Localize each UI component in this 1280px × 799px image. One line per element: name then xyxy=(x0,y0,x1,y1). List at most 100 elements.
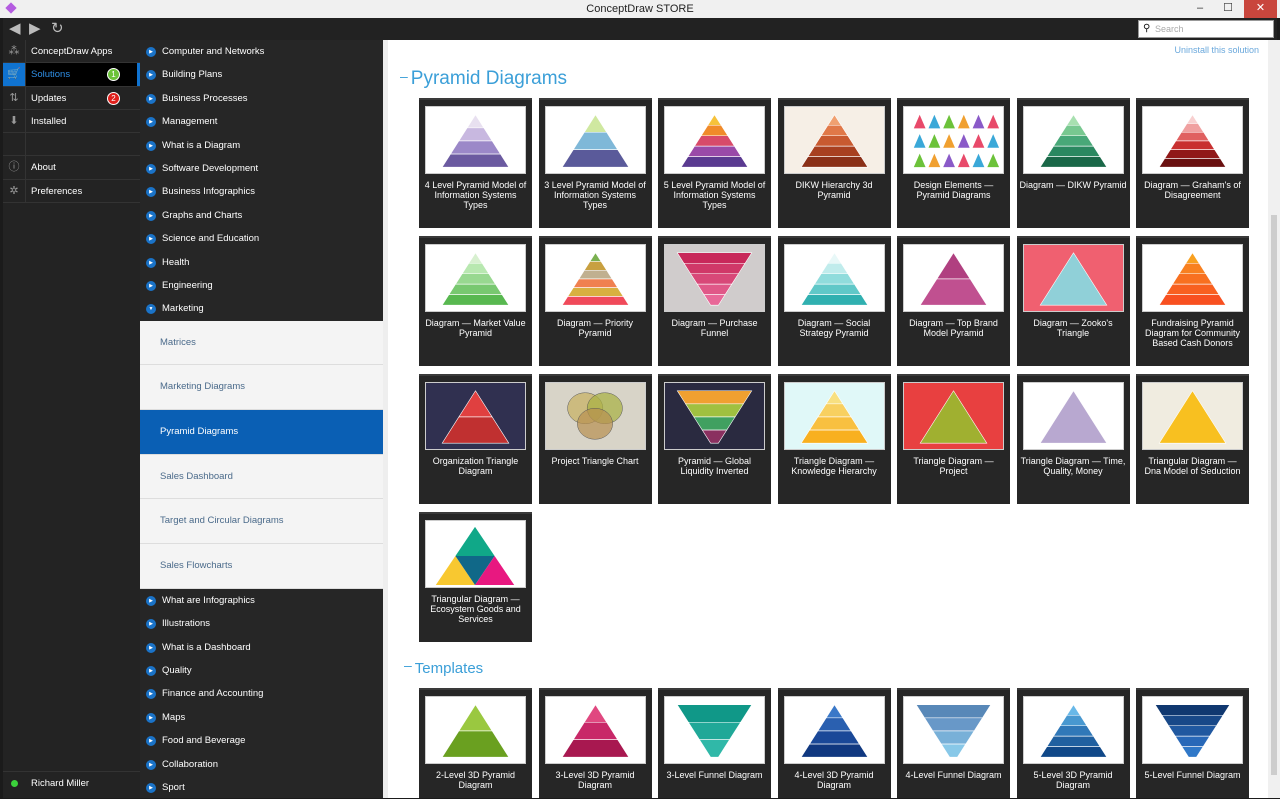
diagram-thumbnail[interactable] xyxy=(1142,106,1243,174)
subcategory-item[interactable]: Target and Circular Diagrams xyxy=(140,499,383,545)
example-tile[interactable]: Triangle Diagram — Knowledge Hierarchy xyxy=(777,374,891,504)
example-tile[interactable]: Diagram — Top Brand Model Pyramid xyxy=(897,236,1010,366)
nav-item-solutions[interactable]: 🛒 Solutions 1 xyxy=(3,63,140,87)
example-tile[interactable]: DIKW Hierarchy 3d Pyramid xyxy=(777,98,891,228)
category-item[interactable]: ▶ Health xyxy=(140,251,383,274)
minimize-button[interactable]: – xyxy=(1186,0,1214,18)
scrollbar-thumb[interactable] xyxy=(1271,215,1277,775)
diagram-thumbnail[interactable] xyxy=(783,106,885,174)
diagram-thumbnail[interactable] xyxy=(903,696,1004,764)
diagram-thumbnail[interactable] xyxy=(1022,696,1124,764)
template-tile[interactable]: 2-Level 3D Pyramid Diagram xyxy=(419,688,532,798)
example-tile[interactable]: 4 Level Pyramid Model of Information Sys… xyxy=(419,98,532,228)
diagram-thumbnail[interactable] xyxy=(1022,382,1124,450)
category-item[interactable]: ▶ Software Development xyxy=(140,157,383,180)
diagram-thumbnail[interactable] xyxy=(664,382,765,450)
category-item[interactable]: ▶ Building Plans xyxy=(140,63,383,86)
template-tile[interactable]: 4-Level Funnel Diagram xyxy=(897,688,1010,798)
diagram-thumbnail[interactable] xyxy=(783,244,885,312)
category-item[interactable]: ▶ What is a Dashboard xyxy=(140,636,383,659)
diagram-thumbnail[interactable] xyxy=(1142,696,1243,764)
diagram-thumbnail[interactable] xyxy=(903,106,1004,174)
back-button[interactable]: ◀ xyxy=(9,20,21,38)
forward-button[interactable]: ▶ xyxy=(29,20,41,38)
example-tile[interactable]: Design Elements — Pyramid Diagrams xyxy=(897,98,1010,228)
category-item[interactable]: ▶ Finance and Accounting xyxy=(140,682,383,705)
category-item[interactable]: ▶ Maps xyxy=(140,706,383,729)
category-item[interactable]: ▶ Business Processes xyxy=(140,87,383,110)
category-item[interactable]: ▶ Engineering xyxy=(140,274,383,297)
diagram-thumbnail[interactable] xyxy=(783,382,885,450)
subcategory-item[interactable]: Marketing Diagrams xyxy=(140,365,383,411)
example-tile[interactable]: Diagram — DIKW Pyramid xyxy=(1016,98,1130,228)
category-item[interactable]: ▶ Collaboration xyxy=(140,753,383,776)
category-item[interactable]: ▶ Sport xyxy=(140,776,383,799)
diagram-thumbnail[interactable] xyxy=(544,382,646,450)
nav-item-installed[interactable]: ⬇ Installed xyxy=(3,109,140,134)
diagram-thumbnail[interactable] xyxy=(425,382,526,450)
close-button[interactable]: ✕ xyxy=(1244,0,1277,18)
category-item[interactable]: ▶ Quality xyxy=(140,659,383,682)
category-item[interactable]: ▶ Science and Education xyxy=(140,227,383,250)
diagram-thumbnail[interactable] xyxy=(544,244,646,312)
category-item[interactable]: ▶ Management xyxy=(140,110,383,133)
diagram-thumbnail[interactable] xyxy=(783,696,885,764)
example-tile[interactable]: Triangle Diagram — Project xyxy=(897,374,1010,504)
subcategory-item[interactable]: Matrices xyxy=(140,320,383,366)
category-item[interactable]: ▶ Illustrations xyxy=(140,612,383,635)
example-tile[interactable]: Project Triangle Chart xyxy=(538,374,652,504)
nav-item-updates[interactable]: ⇅ Updates 2 xyxy=(3,86,140,110)
category-item[interactable]: ▶ What are Infographics xyxy=(140,589,383,612)
example-tile[interactable]: Organization Triangle Diagram xyxy=(419,374,532,504)
diagram-thumbnail[interactable] xyxy=(425,696,526,764)
template-tile[interactable]: 4-Level 3D Pyramid Diagram xyxy=(777,688,891,798)
diagram-thumbnail[interactable] xyxy=(664,106,765,174)
search-input[interactable]: ⚲ Search xyxy=(1138,20,1274,38)
diagram-thumbnail[interactable] xyxy=(425,520,526,588)
category-item[interactable]: ▶ What is a Diagram xyxy=(140,134,383,157)
diagram-thumbnail[interactable] xyxy=(664,696,765,764)
nav-item-about[interactable]: ⓘ About xyxy=(3,156,140,180)
example-tile[interactable]: Diagram — Market Value Pyramid xyxy=(419,236,532,366)
uninstall-link[interactable]: Uninstall this solution xyxy=(1174,45,1259,55)
category-item[interactable]: ▶ Computer and Networks xyxy=(140,40,383,63)
subcategory-item[interactable]: Sales Dashboard xyxy=(140,454,383,500)
section-title[interactable]: – Pyramid Diagrams xyxy=(400,68,567,90)
template-tile[interactable]: 5-Level 3D Pyramid Diagram xyxy=(1016,688,1130,798)
category-item[interactable]: ▶ Food and Beverage xyxy=(140,729,383,752)
example-tile[interactable]: Diagram — Priority Pyramid xyxy=(538,236,652,366)
nav-item-preferences[interactable]: ✲ Preferences xyxy=(3,179,140,204)
diagram-thumbnail[interactable] xyxy=(1022,106,1124,174)
diagram-thumbnail[interactable] xyxy=(1142,382,1243,450)
maximize-button[interactable]: ☐ xyxy=(1214,0,1242,18)
diagram-thumbnail[interactable] xyxy=(544,106,646,174)
nav-item-conceptdraw-apps[interactable]: ⁂ ConceptDraw Apps xyxy=(3,40,140,64)
user-status[interactable]: Richard Miller xyxy=(3,771,140,794)
subcategory-item[interactable]: Pyramid Diagrams xyxy=(140,410,383,455)
example-tile[interactable]: 3 Level Pyramid Model of Information Sys… xyxy=(538,98,652,228)
example-tile[interactable]: Triangular Diagram — Dna Model of Seduct… xyxy=(1136,374,1249,504)
diagram-thumbnail[interactable] xyxy=(1022,244,1124,312)
category-item[interactable]: ▼ Marketing xyxy=(140,297,383,320)
example-tile[interactable]: Diagram — Zooko's Triangle xyxy=(1016,236,1130,366)
template-tile[interactable]: 5-Level Funnel Diagram xyxy=(1136,688,1249,798)
templates-title[interactable]: – Templates xyxy=(404,657,483,677)
example-tile[interactable]: Triangle Diagram — Time, Quality, Money xyxy=(1016,374,1130,504)
refresh-button[interactable]: ↻ xyxy=(51,20,64,38)
diagram-thumbnail[interactable] xyxy=(903,244,1004,312)
diagram-thumbnail[interactable] xyxy=(903,382,1004,450)
example-tile[interactable]: Diagram — Purchase Funnel xyxy=(658,236,771,366)
example-tile[interactable]: Diagram — Social Strategy Pyramid xyxy=(777,236,891,366)
example-tile[interactable]: Triangular Diagram — Ecosystem Goods and… xyxy=(419,512,532,642)
diagram-thumbnail[interactable] xyxy=(664,244,765,312)
subcategory-item[interactable]: Sales Flowcharts xyxy=(140,544,383,589)
category-item[interactable]: ▶ Graphs and Charts xyxy=(140,204,383,227)
diagram-thumbnail[interactable] xyxy=(425,244,526,312)
diagram-thumbnail[interactable] xyxy=(1142,244,1243,312)
example-tile[interactable]: Pyramid — Global Liquidity Inverted xyxy=(658,374,771,504)
example-tile[interactable]: Fundraising Pyramid Diagram for Communit… xyxy=(1136,236,1249,366)
template-tile[interactable]: 3-Level 3D Pyramid Diagram xyxy=(538,688,652,798)
template-tile[interactable]: 3-Level Funnel Diagram xyxy=(658,688,771,798)
category-item[interactable]: ▶ Business Infographics xyxy=(140,180,383,203)
diagram-thumbnail[interactable] xyxy=(544,696,646,764)
